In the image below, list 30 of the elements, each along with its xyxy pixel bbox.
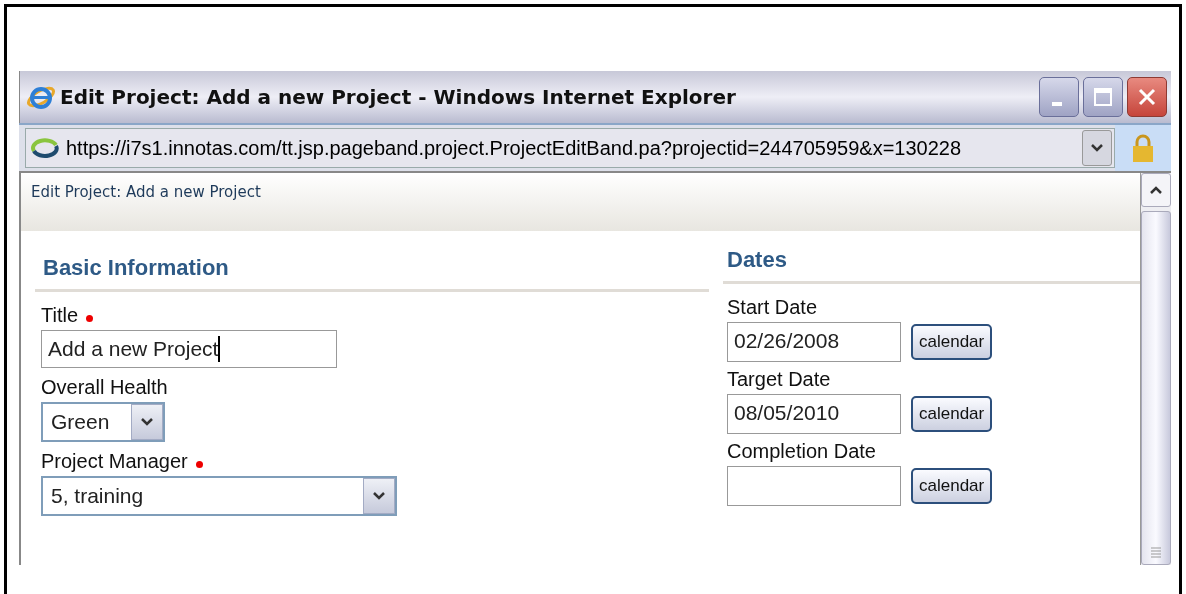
date-input[interactable]	[727, 466, 901, 506]
dropdown-field[interactable]: Green	[41, 402, 165, 442]
date-input[interactable]: 08/05/2010	[727, 394, 901, 434]
maximize-icon	[1093, 87, 1113, 107]
padlock-icon	[1131, 133, 1155, 163]
dropdown-button[interactable]	[1082, 130, 1112, 166]
field-label: Target Date	[727, 368, 831, 391]
field-label: Start Date	[727, 296, 818, 319]
minimize-button[interactable]	[1039, 77, 1079, 117]
maximize-button[interactable]	[1083, 77, 1123, 117]
date-input[interactable]: 02/26/2008	[727, 322, 901, 362]
field-label: Project Manager	[41, 450, 188, 473]
grip-icon	[1150, 546, 1162, 558]
window-title: Edit Project: Add a new Project - Windows Internet Explorer	[60, 85, 736, 109]
refresh-icon	[30, 138, 60, 158]
field-label: Completion Date	[727, 440, 876, 463]
text-input[interactable]: Add a new Project	[41, 330, 337, 368]
address-field[interactable]: https://i7s1.innotas.com/tt.jsp.pageband.project.ProjectEditBand.pa?projectid=244705959&x=130228	[25, 128, 1115, 168]
calendar-button[interactable]: calendar	[911, 396, 993, 432]
section-heading: Basic Information	[35, 249, 709, 292]
page-header: Edit Project: Add a new Project	[31, 183, 261, 201]
field-label: Overall Health	[41, 376, 168, 399]
field-label: Title	[41, 304, 79, 327]
dropdown-field[interactable]: 5, training	[41, 476, 397, 516]
close-icon	[1137, 87, 1157, 107]
calendar-button[interactable]: calendar	[911, 468, 993, 504]
minimize-icon	[1052, 102, 1062, 106]
calendar-button[interactable]: calendar	[911, 324, 993, 360]
scroll-up-button[interactable]	[1141, 173, 1171, 207]
close-button[interactable]	[1127, 77, 1167, 117]
